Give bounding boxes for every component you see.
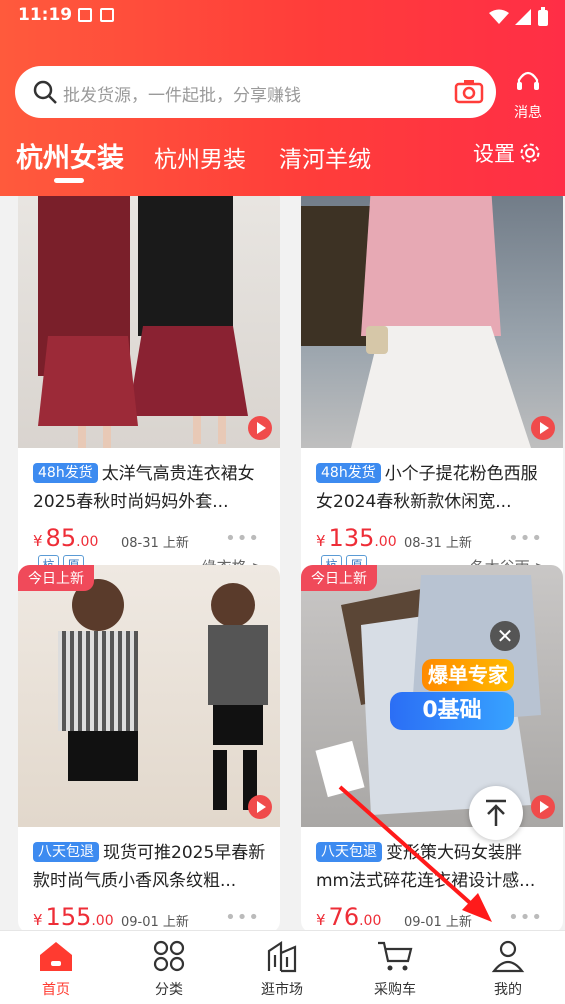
signal-icon <box>515 9 531 25</box>
product-image[interactable]: 今日上新 <box>18 565 280 827</box>
listing-date: 08-31 上新 <box>121 536 189 551</box>
nav-category[interactable]: 分类 <box>129 939 209 999</box>
currency-symbol: ¥ <box>316 911 326 929</box>
headset-icon <box>517 71 539 90</box>
price-row: ¥155.00 09-01 上新 ••• <box>18 903 280 930</box>
price-integer: 85 <box>45 524 77 552</box>
dress-photo <box>38 196 248 448</box>
product-card[interactable]: 48h发货 太洋气高贵连衣裙女2025春秋时尚妈妈外套... ¥85.00 08-… <box>18 196 280 588</box>
price-row: ¥135.00 08-31 上新 ••• <box>301 524 563 554</box>
nav-market[interactable]: 逛市场 <box>242 939 322 999</box>
image-notification-icon <box>78 8 92 22</box>
price-integer: 135 <box>328 524 375 552</box>
video-play-icon[interactable] <box>531 416 555 440</box>
return-badge: 八天包退 <box>316 842 382 862</box>
back-to-top-button[interactable] <box>469 786 523 840</box>
listing-date: 09-01 上新 <box>121 915 189 930</box>
gear-icon <box>520 143 540 163</box>
price-decimal: .00 <box>374 534 397 550</box>
active-tab-indicator <box>54 178 84 183</box>
nav-cart[interactable]: 采购车 <box>355 939 435 999</box>
cart-icon <box>378 941 413 971</box>
currency-symbol: ¥ <box>33 532 43 550</box>
nav-profile[interactable]: 我的 <box>468 939 548 999</box>
nav-label: 首页 <box>42 982 70 998</box>
category-tabs: 杭州女装 杭州男装 清河羊绒 设置 <box>0 134 565 184</box>
tab-qinghe-cashmere[interactable]: 清河羊绒 <box>279 140 371 174</box>
nav-label: 采购车 <box>374 982 416 998</box>
nav-label: 我的 <box>494 982 522 998</box>
new-today-tag: 今日上新 <box>18 565 94 591</box>
nav-label: 逛市场 <box>261 982 303 998</box>
more-options-icon[interactable]: ••• <box>225 907 260 928</box>
tweed-jacket-photo <box>58 579 268 810</box>
messages-label: 消息 <box>514 105 542 121</box>
price-row: ¥85.00 08-31 上新 ••• <box>18 524 280 554</box>
return-badge: 八天包退 <box>33 842 99 862</box>
bottom-navigation: 首页 分类 逛市场 采购车 我的 <box>0 930 565 1004</box>
settings-label: 设置 <box>473 142 515 166</box>
messages-button[interactable]: 消息 <box>508 68 548 122</box>
currency-symbol: ¥ <box>33 911 43 929</box>
product-title[interactable]: 八天包退 现货可推2025早春新款时尚气质小香风条纹粗... <box>18 827 280 897</box>
listing-date: 08-31 上新 <box>404 536 472 551</box>
nav-home[interactable]: 首页 <box>16 939 96 999</box>
search-bar[interactable]: 批发货源，一件起批，分享赚钱 <box>15 66 496 118</box>
product-price: ¥135.00 <box>316 524 397 552</box>
close-ad-button[interactable]: ✕ <box>490 621 520 651</box>
app-header: 11:19 批发货源，一件起批，分享赚钱 消息 杭州女装 杭州男装 清河羊绒 设… <box>0 0 565 210</box>
arrow-up-icon <box>486 799 506 826</box>
product-title[interactable]: 48h发货 小个子提花粉色西服女2024春秋新款休闲宽... <box>301 448 563 518</box>
video-play-icon[interactable] <box>248 795 272 819</box>
more-options-icon[interactable]: ••• <box>508 528 543 549</box>
tab-hangzhou-men[interactable]: 杭州男装 <box>154 140 246 174</box>
price-decimal: .00 <box>76 534 99 550</box>
nav-label: 分类 <box>155 982 183 998</box>
listing-date: 09-01 上新 <box>404 915 472 930</box>
price-decimal: .00 <box>91 913 114 929</box>
category-icon <box>153 940 185 972</box>
home-icon <box>40 942 72 971</box>
product-title[interactable]: 八天包退 变形策大码女装胖mm法式碎花连衣裙设计感... <box>301 827 563 897</box>
shipping-badge: 48h发货 <box>316 463 381 483</box>
building-icon <box>267 940 297 973</box>
blazer-photo <box>301 196 531 448</box>
product-card[interactable]: 今日上新 八天包退 现货可推2025早春新款时尚气质小香风条纹粗... ¥155.… <box>18 565 280 930</box>
promo-banner-top[interactable]: 爆单专家 <box>422 659 514 691</box>
settings-button[interactable]: 设置 <box>473 138 541 168</box>
price-integer: 155 <box>45 903 92 930</box>
shipping-badge: 48h发货 <box>33 463 98 483</box>
product-image[interactable] <box>18 196 280 448</box>
price-row: ¥76.00 09-01 上新 ••• <box>301 903 563 930</box>
product-price: ¥155.00 <box>33 903 114 930</box>
battery-icon <box>538 7 548 26</box>
status-bar: 11:19 <box>0 0 565 34</box>
product-card[interactable]: 今日上新 八天包退 变形策大码女装胖mm法式碎花连衣裙设计感... ¥76.00 … <box>301 565 563 930</box>
status-notification-icons <box>78 8 114 22</box>
more-options-icon[interactable]: ••• <box>508 907 543 928</box>
new-today-tag: 今日上新 <box>301 565 377 591</box>
wifi-icon <box>489 9 509 24</box>
video-play-icon[interactable] <box>531 795 555 819</box>
price-integer: 76 <box>328 903 360 930</box>
app-notification-icon <box>100 8 114 22</box>
product-card[interactable]: 48h发货 小个子提花粉色西服女2024春秋新款休闲宽... ¥135.00 08… <box>301 196 563 588</box>
search-icon <box>33 80 57 104</box>
product-title[interactable]: 48h发货 太洋气高贵连衣裙女2025春秋时尚妈妈外套... <box>18 448 280 518</box>
promo-banner-bottom[interactable]: 0基础 <box>390 692 514 730</box>
video-play-icon[interactable] <box>248 416 272 440</box>
price-decimal: .00 <box>359 913 382 929</box>
user-icon <box>491 940 525 973</box>
more-options-icon[interactable]: ••• <box>225 528 260 549</box>
product-price: ¥76.00 <box>316 903 381 930</box>
status-system-icons <box>489 7 549 27</box>
search-placeholder: 批发货源，一件起批，分享赚钱 <box>63 86 301 106</box>
camera-icon[interactable] <box>454 78 484 104</box>
status-time: 11:19 <box>18 5 73 25</box>
currency-symbol: ¥ <box>316 532 326 550</box>
tab-hangzhou-women[interactable]: 杭州女装 <box>16 136 124 175</box>
product-image[interactable] <box>301 196 563 448</box>
product-price: ¥85.00 <box>33 524 98 552</box>
